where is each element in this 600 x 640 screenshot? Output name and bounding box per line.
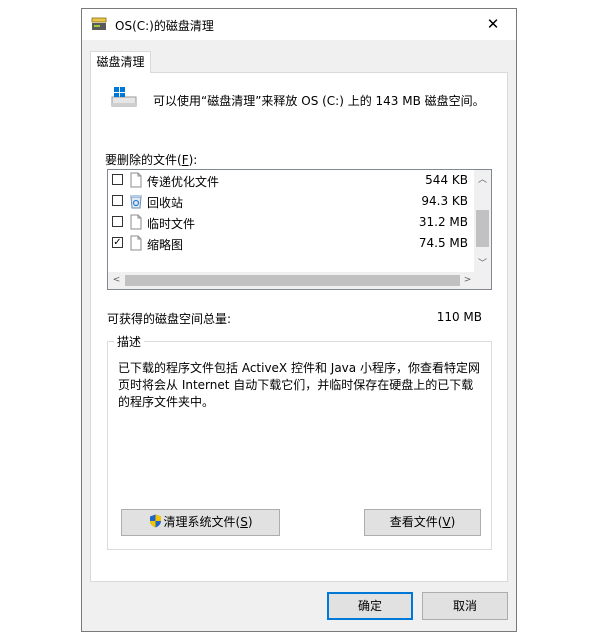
file-checkbox[interactable]: [112, 216, 123, 227]
vertical-scrollbar[interactable]: ︿ ﹀: [474, 170, 491, 272]
tab-panel: 可以使用“磁盘清理”来释放 OS (C:) 上的 143 MB 磁盘空间。 要删…: [90, 72, 508, 582]
total-space-value: 110 MB: [436, 310, 482, 324]
file-size: 74.5 MB: [418, 236, 468, 250]
horizontal-scrollbar[interactable]: < >: [108, 272, 476, 289]
disk-cleanup-icon: [91, 17, 107, 30]
intro-text: 可以使用“磁盘清理”来释放 OS (C:) 上的 143 MB 磁盘空间。: [153, 94, 485, 108]
file-checkbox-checked[interactable]: ✓: [112, 237, 123, 248]
file-size: 31.2 MB: [418, 215, 468, 229]
close-button[interactable]: ✕: [470, 9, 516, 40]
list-item[interactable]: 临时文件 31.2 MB: [108, 212, 476, 233]
description-text: 已下载的程序文件包括 ActiveX 控件和 Java 小程序，你查看特定网页时…: [118, 361, 480, 409]
disk-cleanup-dialog: OS(C:)的磁盘清理 ✕ 磁盘清理 可以使用“磁盘清理”来释放 OS (C:)…: [81, 8, 517, 632]
drive-icon: [111, 87, 137, 107]
file-size: 544 KB: [425, 173, 468, 187]
horizontal-scroll-thumb[interactable]: [125, 275, 460, 286]
recycle-bin-icon: [130, 195, 142, 209]
files-list[interactable]: 传递优化文件 544 KB 回收站 94.3 KB 临时文件 31.2 MB ✓…: [107, 169, 492, 290]
description-group: 描述 已下载的程序文件包括 ActiveX 控件和 Java 小程序，你查看特定…: [107, 333, 492, 550]
scroll-down-icon[interactable]: ﹀: [474, 256, 491, 269]
total-space-label: 可获得的磁盘空间总量:: [107, 312, 232, 326]
file-checkbox[interactable]: [112, 195, 123, 206]
description-title: 描述: [114, 333, 145, 350]
file-name: 回收站: [147, 196, 184, 210]
file-icon: [130, 172, 142, 188]
window-title: OS(C:)的磁盘清理: [115, 19, 214, 33]
cleanup-system-files-button[interactable]: 清理系统文件(S): [121, 509, 280, 536]
file-name: 临时文件: [147, 217, 196, 231]
scrollbar-corner: [474, 272, 491, 289]
tab-disk-cleanup[interactable]: 磁盘清理: [90, 51, 151, 73]
title-bar: OS(C:)的磁盘清理 ✕: [82, 9, 516, 40]
list-item[interactable]: 回收站 94.3 KB: [108, 191, 476, 212]
scroll-up-icon[interactable]: ︿: [474, 172, 491, 185]
scroll-left-icon[interactable]: <: [108, 275, 125, 285]
file-checkbox[interactable]: [112, 174, 123, 185]
view-files-button[interactable]: 查看文件(V): [364, 509, 481, 536]
file-icon: [130, 214, 142, 230]
uac-shield-icon: [149, 514, 161, 528]
list-item[interactable]: ✓ 缩略图 74.5 MB: [108, 233, 476, 254]
file-name: 传递优化文件: [147, 175, 220, 189]
file-size: 94.3 KB: [421, 194, 468, 208]
list-item[interactable]: 传递优化文件 544 KB: [108, 170, 476, 191]
ok-button[interactable]: 确定: [327, 592, 413, 620]
files-to-delete-label: 要删除的文件(F):: [105, 153, 198, 167]
vertical-scroll-thumb[interactable]: [476, 210, 489, 247]
cancel-button[interactable]: 取消: [422, 592, 508, 620]
file-name: 缩略图: [147, 238, 184, 252]
file-icon: [130, 235, 142, 251]
